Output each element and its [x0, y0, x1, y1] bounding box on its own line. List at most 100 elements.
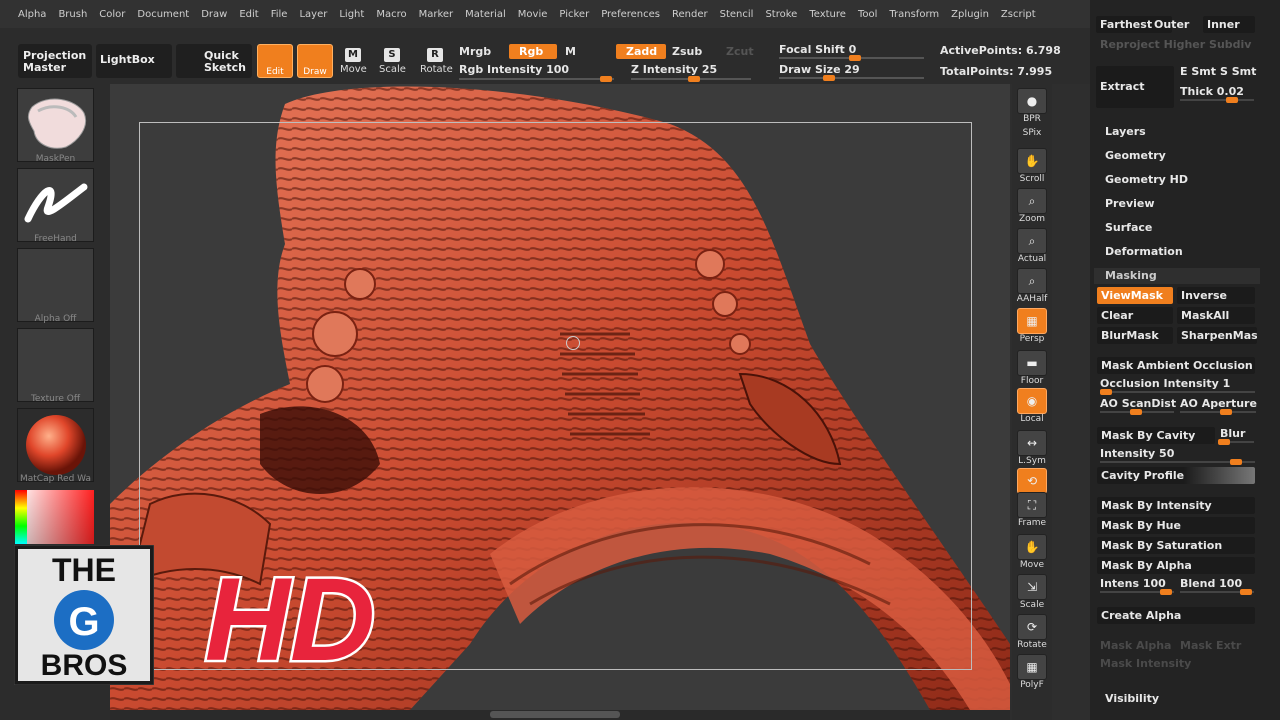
shelf-aahalf-button[interactable]: ⌕ AAHalf [1015, 268, 1049, 304]
zcut-button[interactable]: Zcut [726, 45, 754, 58]
maskall-button[interactable]: MaskAll [1177, 307, 1255, 324]
rotate-button[interactable]: R Rotate [420, 48, 453, 75]
draw-size-slider-label[interactable]: Draw Size 29 [779, 63, 860, 76]
menu-brush[interactable]: Brush [52, 9, 93, 20]
m-button[interactable]: M [565, 45, 576, 58]
surface-section[interactable]: Surface [1105, 221, 1152, 234]
hue-strip[interactable] [15, 490, 27, 544]
extract-button[interactable]: Extract [1096, 66, 1174, 108]
geometry-section[interactable]: Geometry [1105, 149, 1166, 162]
ao-aperture-slider-label[interactable]: AO Aperture [1180, 397, 1257, 410]
menu-render[interactable]: Render [666, 9, 714, 20]
occlusion-intensity-slider-label[interactable]: Occlusion Intensity 1 [1100, 377, 1230, 390]
shelf-lsym-button[interactable]: ↔ L.Sym [1015, 430, 1049, 466]
mask-by-cavity-button[interactable]: Mask By Cavity [1097, 427, 1215, 444]
mask-alpha-button[interactable]: Mask Alpha [1100, 639, 1171, 652]
shelf-actual-button[interactable]: ⌕ Actual [1015, 228, 1049, 264]
cavity-intensity-slider[interactable] [1100, 459, 1255, 465]
menu-light[interactable]: Light [333, 9, 370, 20]
intens-slider[interactable] [1100, 589, 1174, 595]
blur-slider[interactable] [1218, 439, 1254, 445]
clear-button[interactable]: Clear [1097, 307, 1173, 324]
shelf-scale-button[interactable]: ⇲ Scale [1015, 574, 1049, 610]
inner-button[interactable]: Inner [1203, 16, 1255, 33]
mask-intensity-slider-label[interactable]: Mask Intensity [1100, 657, 1191, 670]
preview-section[interactable]: Preview [1105, 197, 1155, 210]
slider-knob[interactable] [1160, 589, 1172, 595]
occlusion-intensity-slider[interactable] [1100, 389, 1255, 395]
scroll-handle[interactable] [490, 711, 620, 718]
menu-file[interactable]: File [265, 9, 294, 20]
edit-button[interactable]: Edit [257, 44, 293, 78]
slider-knob[interactable] [1218, 439, 1230, 445]
menu-marker[interactable]: Marker [413, 9, 460, 20]
projection-master-button[interactable]: Projection Master [18, 44, 92, 78]
alpha-thumbnail[interactable] [17, 248, 94, 322]
shelf-frame-button[interactable]: ⛶ Frame [1015, 492, 1049, 528]
rgb-intensity-slider[interactable] [459, 76, 614, 82]
shelf-rotate-button[interactable]: ⟳ Rotate [1015, 614, 1049, 650]
z-intensity-slider-label[interactable]: Z Intensity 25 [631, 63, 717, 76]
move-button[interactable]: M Move [340, 48, 367, 75]
menu-draw[interactable]: Draw [195, 9, 233, 20]
zadd-button[interactable]: Zadd [616, 44, 666, 59]
viewport-bottom-scroll[interactable] [110, 710, 1010, 720]
mask-by-saturation-button[interactable]: Mask By Saturation [1097, 537, 1255, 554]
menu-color[interactable]: Color [93, 9, 131, 20]
shelf-persp-button[interactable]: ▦ Persp [1015, 308, 1049, 344]
masking-section-header[interactable]: Masking [1094, 268, 1260, 284]
color-picker[interactable] [15, 490, 94, 544]
mask-by-hue-button[interactable]: Mask By Hue [1097, 517, 1255, 534]
visibility-section[interactable]: Visibility [1105, 692, 1159, 705]
shelf-zoom-button[interactable]: ⌕ Zoom [1015, 188, 1049, 224]
shelf-move-button[interactable]: ✋ Move [1015, 534, 1049, 570]
sharpenmask-button[interactable]: SharpenMask [1177, 327, 1257, 344]
slider-knob[interactable] [1226, 97, 1238, 103]
menu-preferences[interactable]: Preferences [595, 9, 666, 20]
menu-macro[interactable]: Macro [370, 9, 412, 20]
lightbox-button[interactable]: LightBox [96, 44, 172, 78]
slider-knob[interactable] [600, 76, 612, 82]
brush-thumbnail[interactable] [17, 88, 94, 162]
shelf-spix-button[interactable]: SPix [1015, 128, 1049, 138]
menu-edit[interactable]: Edit [233, 9, 264, 20]
slider-knob[interactable] [1100, 389, 1112, 395]
reproject-higher-subdiv-button[interactable]: Reproject Higher Subdiv [1096, 36, 1256, 53]
rgb-intensity-slider-label[interactable]: Rgb Intensity 100 [459, 63, 569, 76]
ao-scandist-slider[interactable] [1100, 409, 1174, 415]
deformation-section[interactable]: Deformation [1105, 245, 1183, 258]
menu-stroke[interactable]: Stroke [759, 9, 803, 20]
slider-knob[interactable] [1220, 409, 1232, 415]
thick-slider[interactable] [1180, 97, 1254, 103]
z-intensity-slider[interactable] [631, 76, 751, 82]
rgb-button[interactable]: Rgb [509, 44, 557, 59]
menu-tool[interactable]: Tool [852, 9, 883, 20]
texture-thumbnail[interactable] [17, 328, 94, 402]
focal-shift-slider[interactable] [779, 55, 924, 61]
slider-knob[interactable] [823, 75, 835, 81]
zsub-button[interactable]: Zsub [672, 45, 702, 58]
menu-zscript[interactable]: Zscript [995, 9, 1042, 20]
blend-slider-label[interactable]: Blend 100 [1180, 577, 1242, 590]
menu-document[interactable]: Document [131, 9, 195, 20]
blurmask-button[interactable]: BlurMask [1097, 327, 1173, 344]
menu-material[interactable]: Material [459, 9, 512, 20]
menu-stencil[interactable]: Stencil [714, 9, 760, 20]
mask-extr-button[interactable]: Mask Extr [1180, 639, 1241, 652]
cavity-profile-curve[interactable]: Cavity Profile [1097, 467, 1255, 484]
mrgb-button[interactable]: Mrgb [459, 45, 491, 58]
ao-aperture-slider[interactable] [1180, 409, 1256, 415]
stroke-thumbnail[interactable] [17, 168, 94, 242]
create-alpha-button[interactable]: Create Alpha [1097, 607, 1255, 624]
slider-knob[interactable] [849, 55, 861, 61]
slider-knob[interactable] [1230, 459, 1242, 465]
shelf-scroll-button[interactable]: ✋ Scroll [1015, 148, 1049, 184]
mask-by-intensity-button[interactable]: Mask By Intensity [1097, 497, 1255, 514]
e-smt-toggle[interactable]: E Smt [1180, 65, 1216, 78]
menu-picker[interactable]: Picker [553, 9, 595, 20]
slider-knob[interactable] [688, 76, 700, 82]
material-thumbnail[interactable] [17, 408, 94, 482]
outer-button[interactable]: Outer [1150, 16, 1200, 33]
draw-button[interactable]: Draw [297, 44, 333, 78]
s-smt-toggle[interactable]: S Smt [1220, 65, 1256, 78]
